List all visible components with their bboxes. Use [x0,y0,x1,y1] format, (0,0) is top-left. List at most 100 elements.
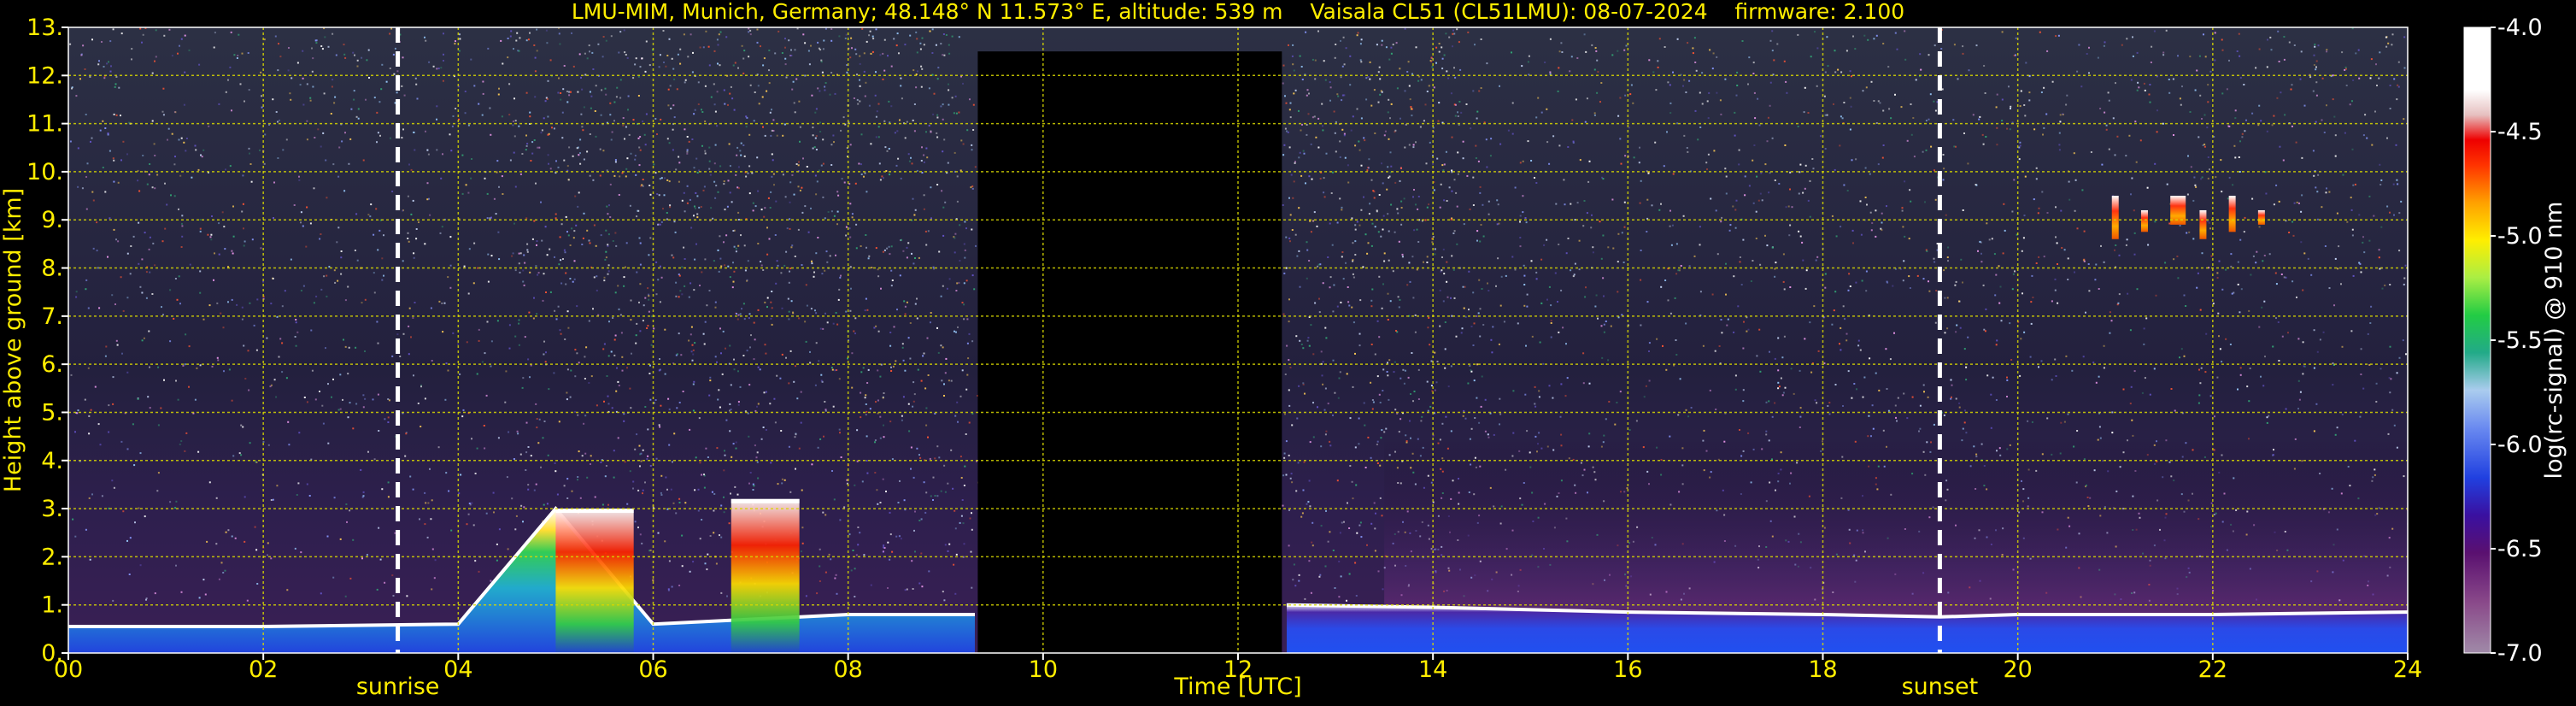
noise-pixel [1759,370,1762,373]
noise-pixel [1878,389,1881,391]
noise-pixel [1319,178,1322,179]
noise-pixel [1963,421,1966,424]
noise-pixel [923,44,925,46]
noise-pixel [678,180,680,183]
noise-pixel [1438,50,1441,53]
noise-pixel [2198,368,2200,371]
noise-pixel [1735,199,1738,202]
noise-pixel [1713,150,1716,152]
noise-pixel [874,439,877,442]
noise-pixel [763,391,766,394]
noise-pixel [1843,102,1845,103]
noise-pixel [1757,199,1760,202]
noise-pixel [1716,91,1718,94]
noise-pixel [1302,489,1305,491]
noise-pixel [699,285,701,286]
noise-pixel [1756,175,1758,178]
noise-pixel [232,235,235,238]
noise-pixel [607,503,609,506]
noise-pixel [148,248,150,250]
noise-pixel [913,393,916,396]
noise-pixel [2018,158,2021,161]
noise-pixel [1387,166,1389,168]
noise-pixel [402,332,405,335]
noise-pixel [560,98,562,101]
noise-pixel [790,300,793,303]
noise-pixel [501,175,503,178]
noise-pixel [1623,201,1626,203]
noise-pixel [1824,273,1827,275]
noise-pixel [2183,294,2186,297]
noise-pixel [810,308,813,310]
noise-pixel [2381,287,2384,290]
noise-pixel [2129,329,2132,332]
noise-pixel [377,393,379,396]
noise-pixel [866,435,868,438]
noise-pixel [1370,344,1373,345]
noise-pixel [530,455,532,457]
noise-pixel [715,562,718,565]
noise-pixel [376,141,378,144]
noise-pixel [2386,205,2389,208]
noise-pixel [185,138,188,139]
noise-pixel [2136,89,2139,91]
noise-pixel [849,144,852,146]
noise-pixel [244,100,245,103]
noise-pixel [910,446,912,449]
noise-pixel [637,95,640,97]
noise-pixel [529,32,531,34]
noise-pixel [1331,171,1334,174]
noise-pixel [1294,162,1296,164]
noise-pixel [693,289,695,291]
noise-pixel [1734,388,1737,391]
noise-pixel [541,239,543,242]
noise-pixel [818,360,820,362]
noise-pixel [720,591,723,594]
noise-pixel [1388,176,1390,179]
noise-pixel [851,352,854,355]
noise-pixel [686,202,689,204]
noise-pixel [176,298,179,301]
noise-pixel [1317,265,1319,268]
noise-pixel [80,53,83,56]
noise-pixel [2183,355,2186,357]
noise-pixel [608,204,610,207]
noise-pixel [117,181,120,184]
noise-pixel [865,403,867,405]
noise-pixel [311,369,314,372]
noise-pixel [2101,163,2104,166]
noise-pixel [2393,214,2395,216]
noise-pixel [2122,388,2125,391]
noise-pixel [622,124,625,126]
noise-pixel [853,330,855,332]
noise-pixel [87,307,90,309]
noise-pixel [697,103,700,105]
noise-pixel [2130,79,2133,81]
noise-pixel [965,227,967,230]
noise-pixel [373,458,376,461]
noise-pixel [1380,90,1382,92]
noise-pixel [623,285,625,287]
noise-pixel [1954,284,1957,286]
noise-pixel [2370,305,2373,308]
noise-pixel [2373,215,2375,217]
noise-pixel [749,346,751,349]
noise-pixel [801,527,804,529]
noise-pixel [396,333,399,336]
noise-pixel [1601,356,1604,359]
noise-pixel [1807,112,1810,114]
noise-pixel [1380,235,1382,238]
noise-pixel [242,203,244,205]
noise-pixel [105,345,108,348]
noise-pixel [806,166,808,168]
noise-pixel [2058,149,2061,151]
noise-pixel [2283,276,2286,279]
noise-pixel [85,176,87,178]
noise-pixel [132,423,134,426]
noise-pixel [1592,246,1594,249]
noise-pixel [156,174,159,176]
noise-pixel [662,208,664,210]
noise-pixel [493,511,495,514]
noise-pixel [2165,29,2168,32]
noise-pixel [880,287,882,290]
